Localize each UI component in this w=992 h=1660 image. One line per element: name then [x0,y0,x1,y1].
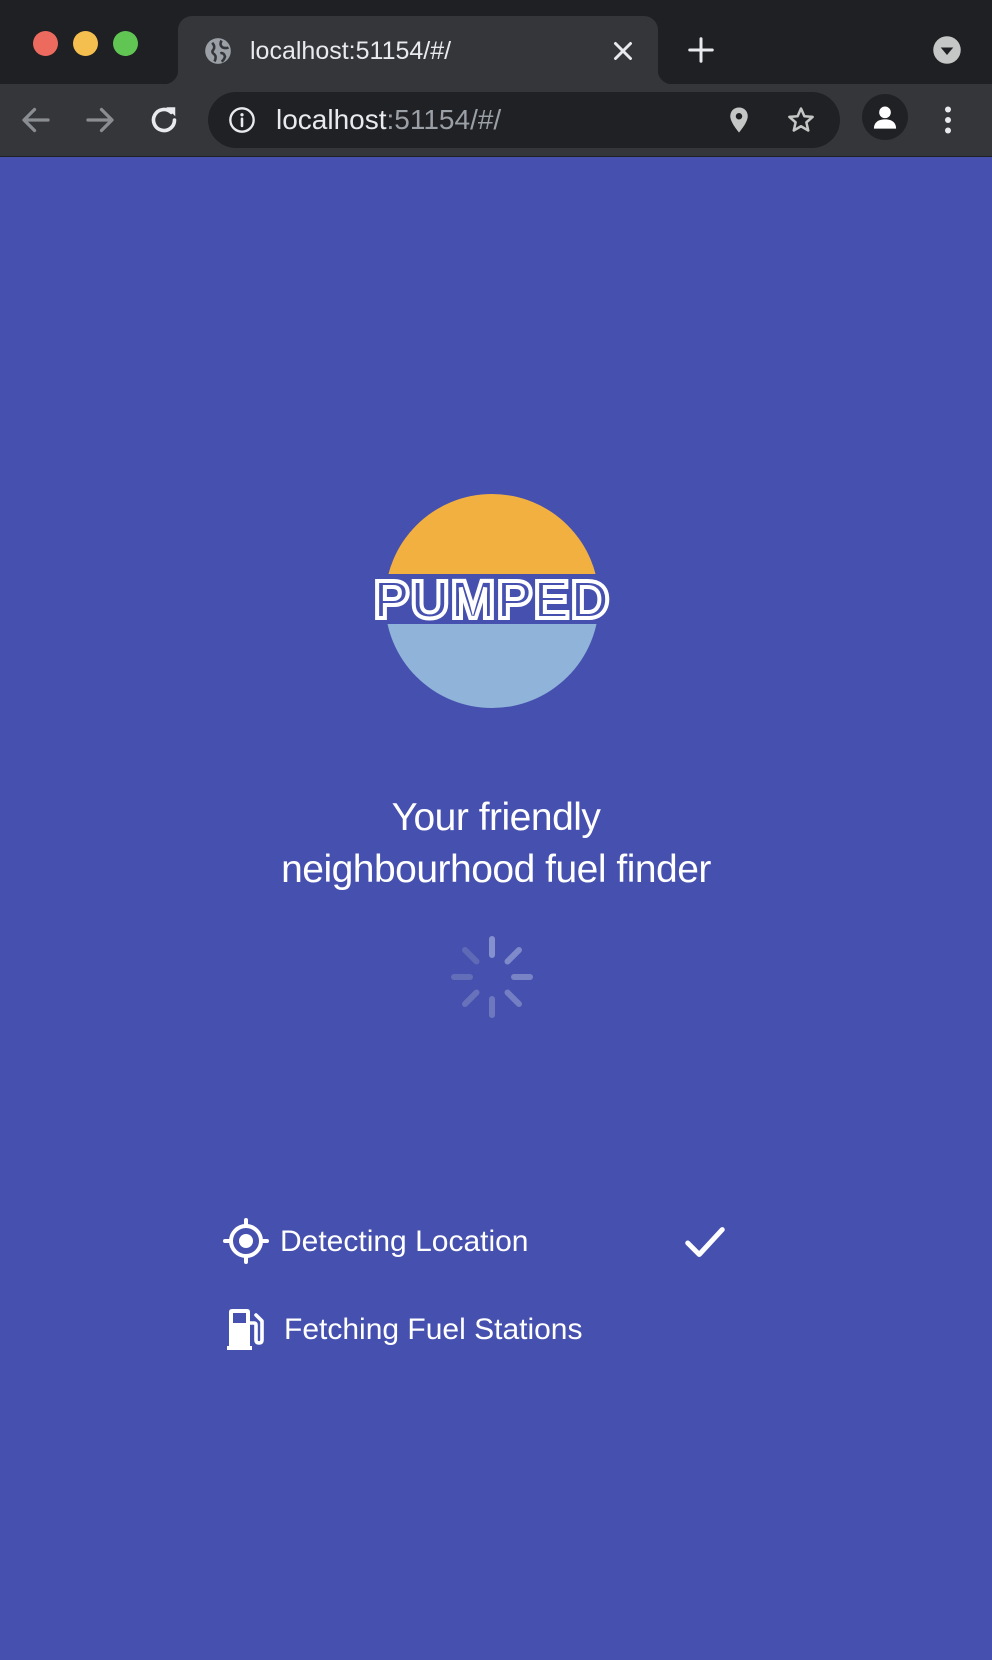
close-window-button[interactable] [33,31,58,56]
logo-wordmark: PUMPED [373,570,610,630]
browser-tab[interactable]: localhost:51154/#/ [164,16,672,84]
tab-title: localhost:51154/#/ [250,37,452,65]
tab-search-icon[interactable] [932,35,962,65]
app-page: PUMPED Your friendly neighbourhood fuel … [0,157,992,1660]
new-tab-icon[interactable] [686,35,716,65]
tagline: Your friendly neighbourhood fuel finder [196,792,796,896]
url-path: :51154/#/ [386,104,502,135]
profile-icon [873,106,897,129]
pumped-logo: PUMPED [371,494,612,708]
kebab-menu-icon[interactable] [930,102,966,138]
maximize-window-button[interactable] [113,31,138,56]
tab-strip: localhost:51154/#/ [0,0,992,84]
globe-icon [205,38,231,64]
browser-window: localhost:51154/#/ localhost:51154/#/ PU… [0,0,992,1660]
status-detecting-location: Detecting Location [222,1217,742,1265]
fuel-pump-icon [227,1309,264,1350]
status-label: Detecting Location [280,1225,529,1258]
address-url[interactable]: localhost:51154/#/ [276,105,501,135]
url-host: localhost [276,104,387,135]
loading-spinner [451,936,533,1018]
forward-arrow-icon[interactable] [82,102,118,138]
checkmark-icon [685,1227,725,1257]
info-icon[interactable] [228,106,256,134]
location-pin-icon[interactable] [724,105,754,135]
crosshair-icon [223,1218,269,1264]
reload-icon[interactable] [146,102,182,138]
star-icon[interactable] [786,105,816,135]
tagline-line-1: Your friendly [391,796,601,839]
close-tab-icon[interactable] [608,36,638,66]
status-label: Fetching Fuel Stations [284,1313,583,1346]
tagline-line-2: neighbourhood fuel finder [281,848,711,891]
minimize-window-button[interactable] [73,31,98,56]
browser-toolbar: localhost:51154/#/ [0,84,992,157]
back-arrow-icon[interactable] [18,102,54,138]
status-fetching-stations: Fetching Fuel Stations [222,1305,782,1353]
profile-button[interactable] [862,94,908,140]
address-bar[interactable]: localhost:51154/#/ [208,92,840,148]
